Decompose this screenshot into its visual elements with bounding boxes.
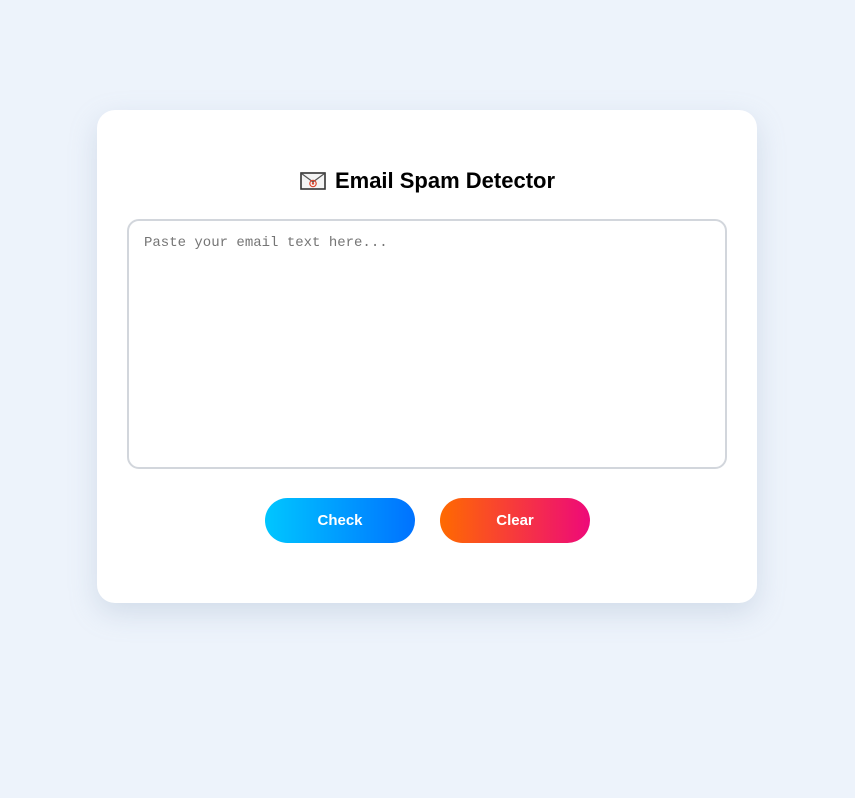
- header: Email Spam Detector: [0, 167, 855, 195]
- check-button[interactable]: Check: [265, 498, 415, 543]
- page-title: Email Spam Detector: [334, 168, 556, 193]
- title-group: Email Spam Detector: [300, 168, 555, 194]
- email-envelope-icon: [300, 172, 326, 190]
- clear-button[interactable]: Clear: [440, 498, 590, 543]
- email-text-input[interactable]: [127, 219, 727, 469]
